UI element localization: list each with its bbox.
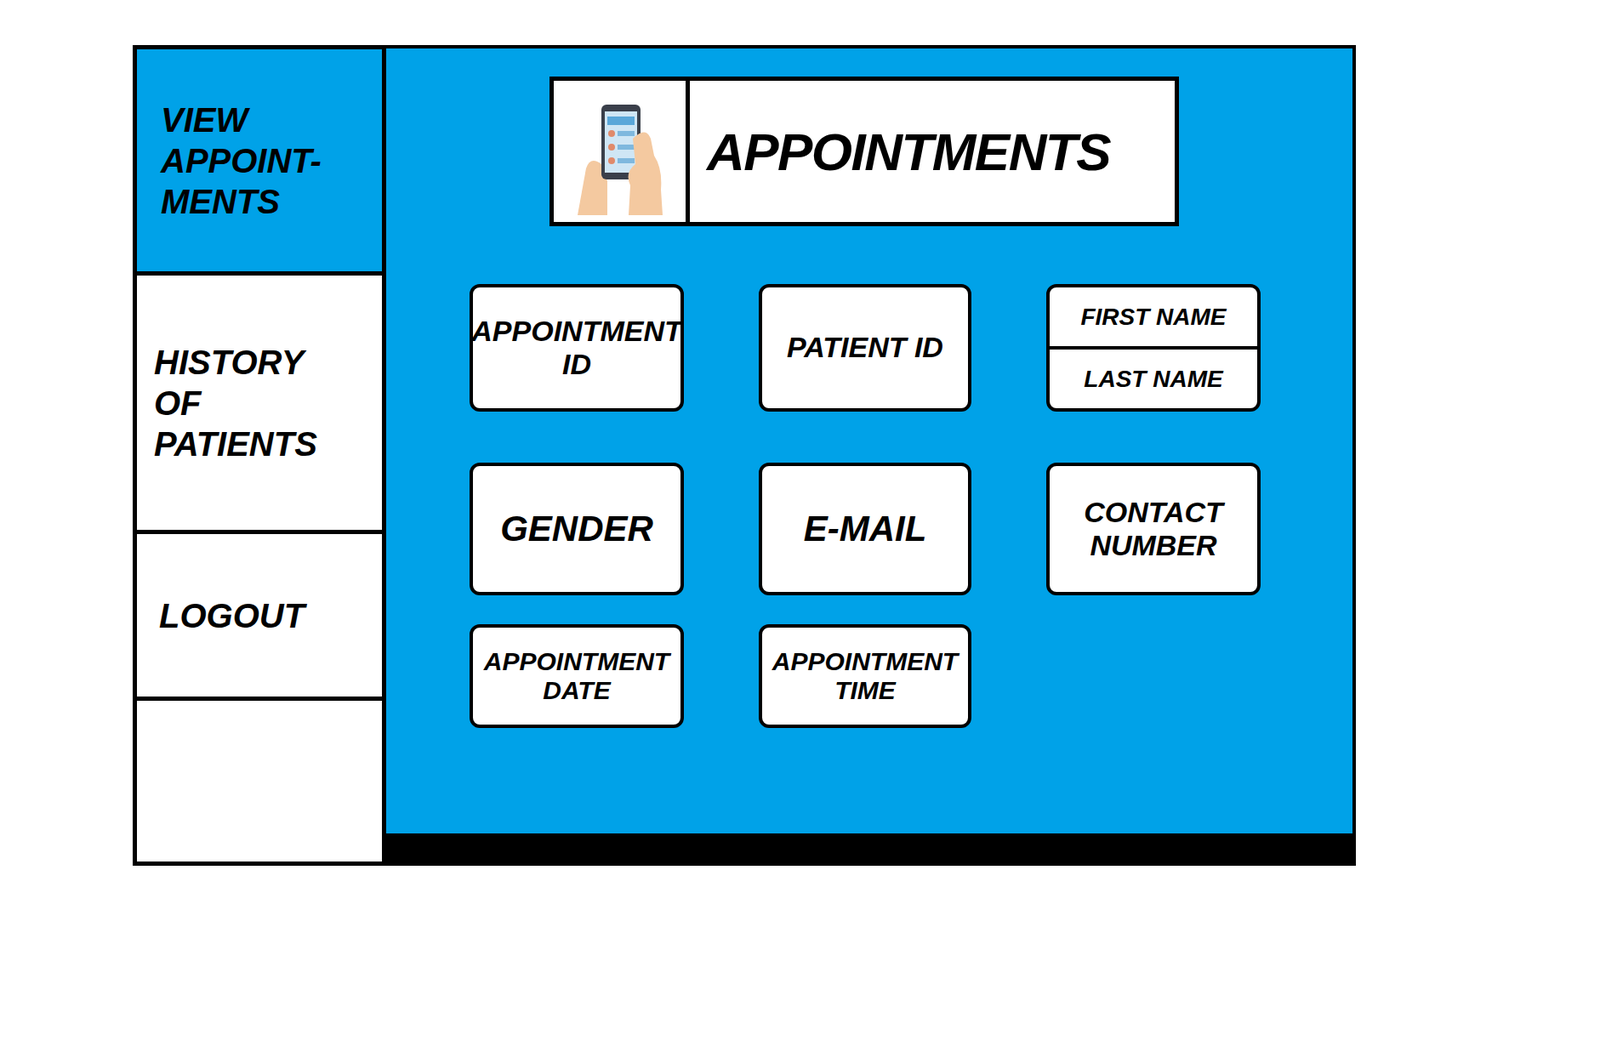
field-card[interactable]: APPOINTMENT DATE <box>469 624 684 729</box>
main-panel: APPOINTMENTS APPOINTMENT ID PATIENT ID FIR… <box>386 45 1356 866</box>
sidebar-item[interactable]: LOGOUT <box>136 534 382 701</box>
header-card: APPOINTMENTS <box>549 76 1179 227</box>
field-card[interactable]: PATIENT ID <box>758 284 972 412</box>
field-card[interactable]: E-MAIL <box>758 462 972 596</box>
sidebar-label: LOGOUT <box>159 595 355 637</box>
field-card[interactable]: GENDER <box>469 462 684 596</box>
sidebar-item[interactable]: HISTORY OF PATIENTS <box>136 275 382 535</box>
field-label: GENDER <box>500 508 654 550</box>
field-label: PATIENT ID <box>786 330 944 365</box>
field-label: APPOINTMENT DATE <box>479 647 674 707</box>
sidebar-label: HISTORY OF PATIENTS <box>153 341 350 465</box>
field-card[interactable]: APPOINTMENT ID <box>469 284 684 412</box>
field-label: CONTACT NUMBER <box>1056 495 1251 563</box>
field-label: FIRST NAME <box>1080 299 1226 336</box>
sidebar-empty <box>136 700 382 862</box>
field-card[interactable]: APPOINTMENT TIME <box>758 624 972 729</box>
field-label: LAST NAME <box>1083 361 1223 398</box>
sidebar-item[interactable]: VIEW APPOINT-MENTS <box>136 49 382 276</box>
page-title: APPOINTMENTS <box>706 112 1111 192</box>
sidebar-label: VIEW APPOINT-MENTS <box>160 99 357 223</box>
field-card[interactable]: FIRST NAME LAST NAME <box>1046 284 1261 412</box>
sidebar: VIEW APPOINT-MENTS HISTORY OF PATIENTS LOG… <box>132 45 387 866</box>
field-label: E-MAIL <box>803 508 928 550</box>
field-label: APPOINTMENT TIME <box>768 647 962 707</box>
field-label: APPOINTMENT ID <box>471 314 682 382</box>
field-card[interactable]: CONTACT NUMBER <box>1046 462 1261 596</box>
phone-icon <box>553 80 690 223</box>
